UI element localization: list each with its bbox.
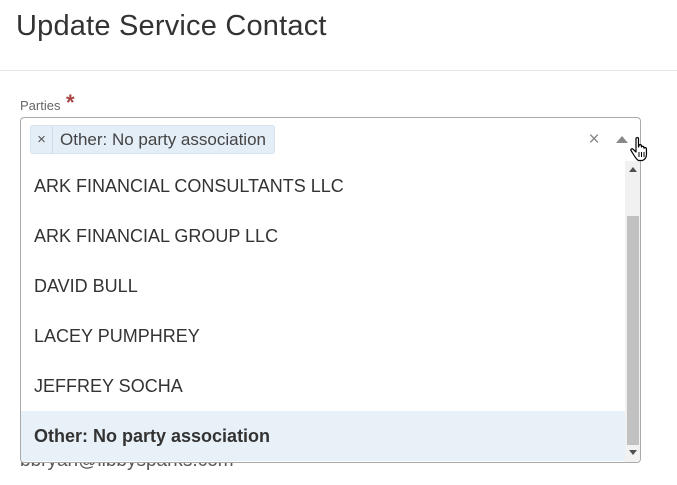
header-divider	[0, 70, 677, 71]
page-title: Update Service Contact	[16, 10, 327, 42]
options-list: ARK FINANCIAL CONSULTANTS LLC ARK FINANC…	[21, 161, 625, 461]
dropdown-scrollbar[interactable]	[625, 161, 640, 462]
selected-party-label: Other: No party association	[60, 129, 266, 149]
option-item[interactable]: DAVID BULL	[21, 261, 625, 311]
option-item-selected[interactable]: Other: No party association	[21, 411, 625, 461]
caret-up-icon[interactable]	[616, 136, 628, 143]
option-item[interactable]: ARK FINANCIAL GROUP LLC	[21, 211, 625, 261]
scroll-down-arrow-icon[interactable]	[629, 450, 637, 455]
hand-pointer-icon	[630, 137, 648, 162]
option-item[interactable]: ARK FINANCIAL CONSULTANTS LLC	[21, 161, 625, 211]
clear-selection-icon[interactable]: ×	[585, 128, 603, 152]
option-item[interactable]: LACEY PUMPHREY	[21, 311, 625, 361]
parties-label: Parties	[20, 98, 61, 113]
parties-select[interactable]: × Other: No party association ×	[20, 117, 641, 162]
chip-remove-icon[interactable]: ×	[31, 126, 53, 153]
selected-party-chip: × Other: No party association	[30, 125, 275, 154]
required-asterisk-icon: *	[66, 90, 75, 115]
parties-dropdown: ARK FINANCIAL CONSULTANTS LLC ARK FINANC…	[20, 161, 641, 463]
scrollbar-thumb[interactable]	[627, 216, 639, 445]
scroll-up-arrow-icon[interactable]	[629, 167, 637, 172]
option-item[interactable]: JEFFREY SOCHA	[21, 361, 625, 411]
